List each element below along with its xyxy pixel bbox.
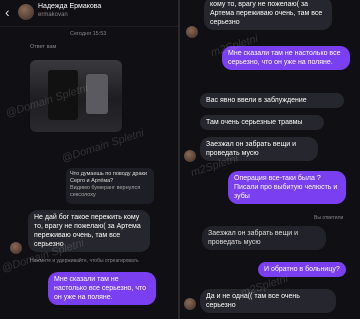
my-message-bubble[interactable]: И обратно в больницу? [258, 262, 346, 277]
quoted-message[interactable]: Заезжал он забрать вещи и проведать мусю [202, 226, 326, 250]
my-message-bubble[interactable]: Операция все-таки была ? Писали про выби… [228, 171, 346, 204]
reply-note: Вы ответили [314, 215, 344, 221]
story-reply-card[interactable]: Что думаешь по поводу драки Серго и Артё… [66, 168, 154, 204]
avatar [184, 150, 196, 162]
watermark: @Domain Spletni [60, 127, 146, 165]
avatar [10, 242, 22, 254]
story-question: Что думаешь по поводу драки Серго и Артё… [70, 171, 148, 184]
left-chat-panel: ‹ Надежда Ермакова ermakovan Сегодня 15:… [0, 0, 178, 319]
message-bubble[interactable]: Там очень серьезные травмы [200, 115, 324, 130]
avatar[interactable] [18, 4, 34, 20]
contact-name[interactable]: Надежда Ермакова [38, 3, 101, 10]
message-bubble[interactable]: Не дай бог такое пережить кому то, врагу… [28, 210, 150, 252]
media-frame [86, 74, 108, 114]
message-bubble[interactable]: Вас явно ввели в заблуждение [200, 93, 344, 108]
chevron-left-icon[interactable]: ‹ [5, 5, 10, 19]
message-bubble[interactable]: Да и не одна(( там все очень серьезно [200, 289, 336, 313]
contact-username[interactable]: ermakovan [38, 12, 68, 18]
my-message-bubble[interactable]: Мне сказали там не настолько все серьезн… [48, 272, 156, 305]
story-answer: Видимо бумеранг вернулся сексолоху [70, 185, 141, 198]
message-bubble[interactable]: кому то, врагу не пожелаю( за Артема пер… [204, 0, 332, 30]
timestamp: Сегодня 15:53 [70, 31, 107, 37]
avatar [184, 298, 196, 310]
avatar [186, 26, 198, 38]
right-chat-panel: кому то, врагу не пожелаю( за Артема пер… [180, 0, 360, 319]
chat-header: ‹ Надежда Ермакова ermakovan [0, 0, 178, 27]
reply-label: Ответ вам [30, 44, 57, 50]
